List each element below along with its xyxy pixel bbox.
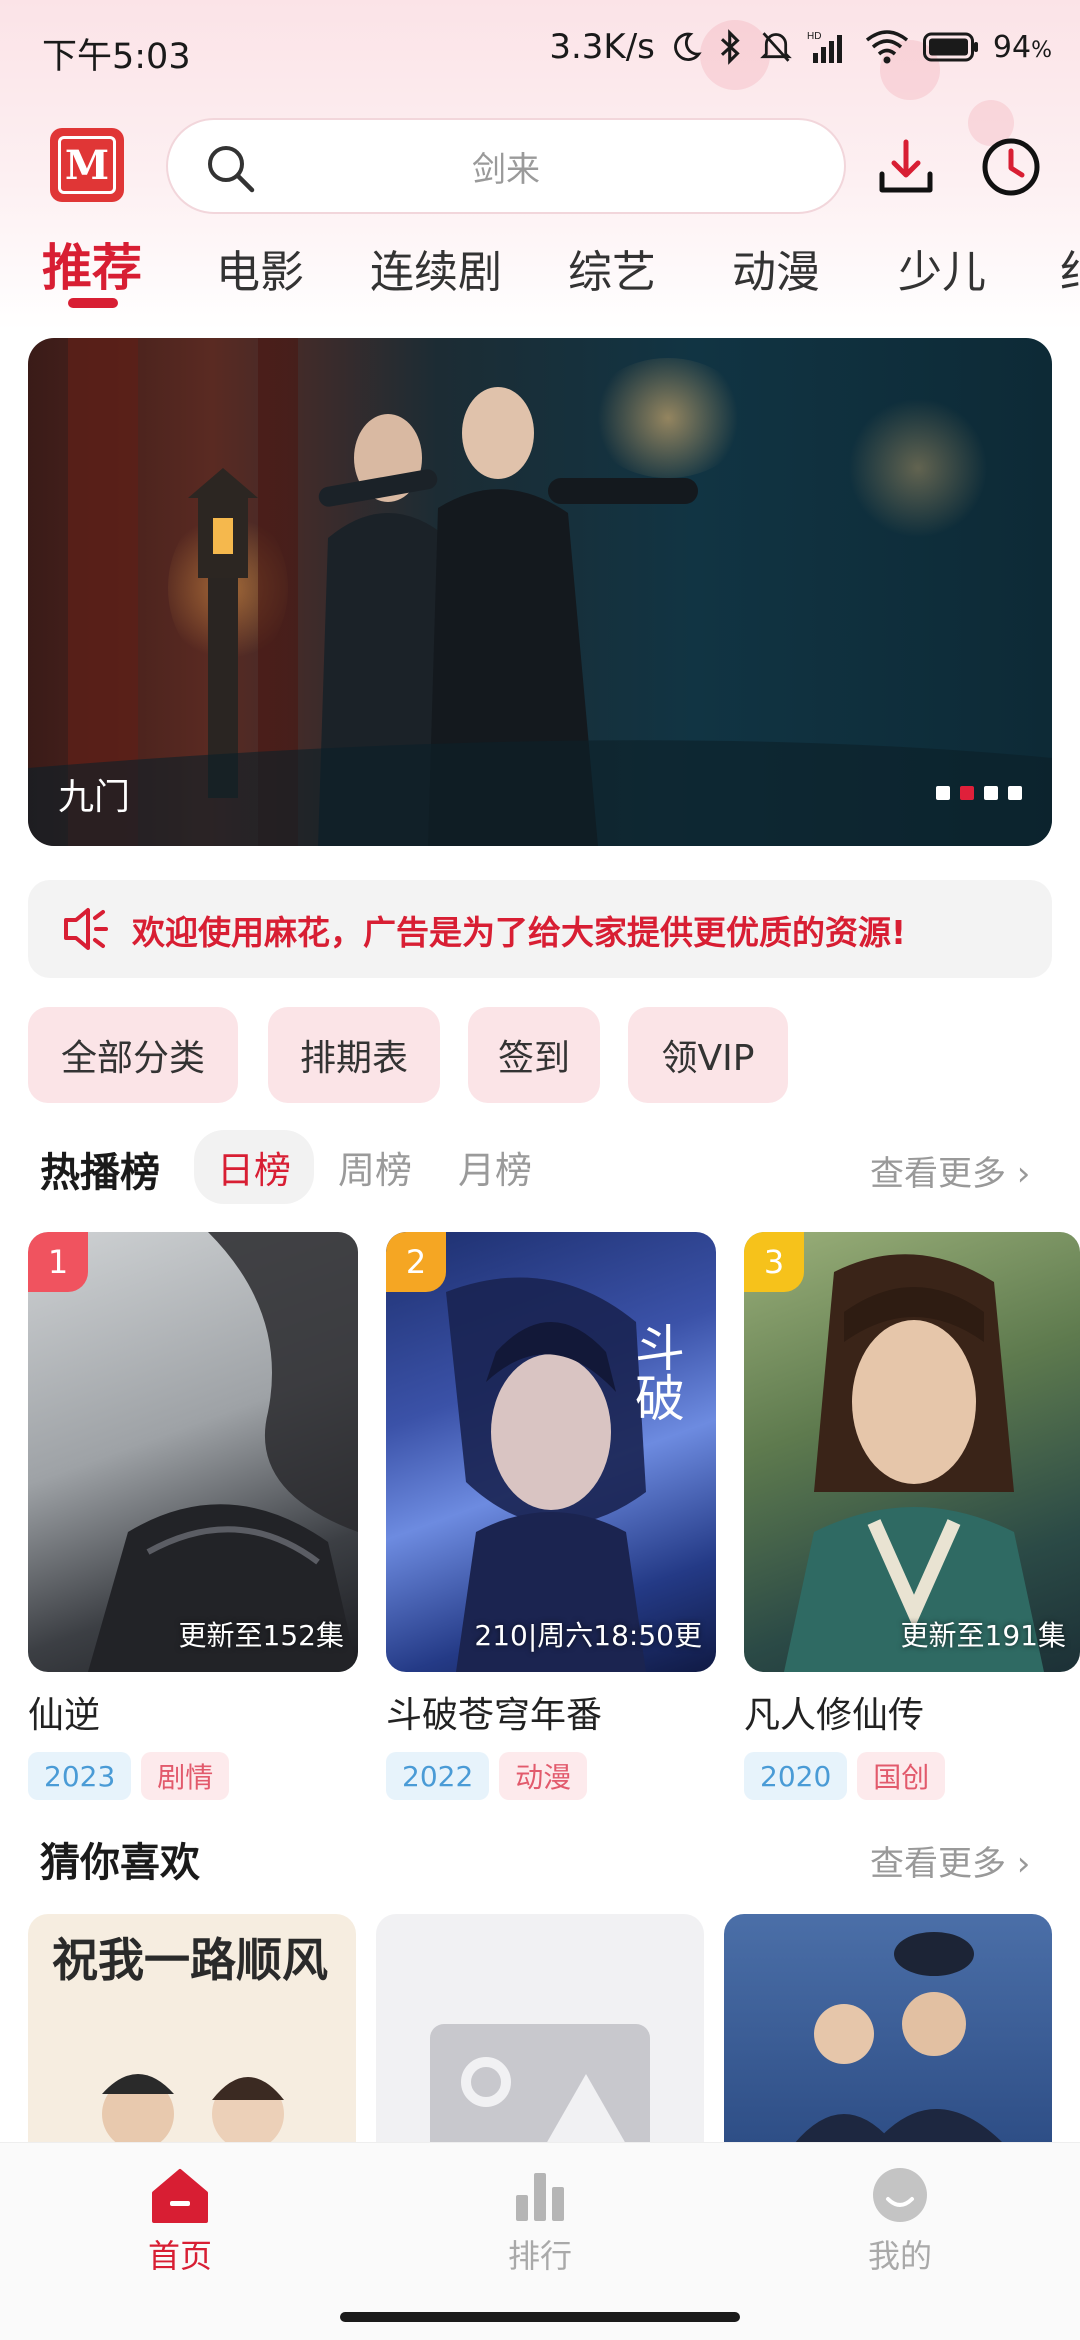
hero-banner[interactable]: 九门 — [28, 338, 1052, 846]
clock-icon — [982, 138, 1040, 196]
card-title: 斗破苍穹年番 — [386, 1695, 603, 1736]
poster-image: 1 更新至152集 — [28, 1232, 358, 1672]
nav-home[interactable]: 首页 — [80, 2165, 280, 2277]
svg-text:斗破: 斗破 — [627, 1322, 685, 1422]
speaker-icon — [62, 906, 110, 956]
rank-badge: 2 — [386, 1232, 446, 1292]
notice-bar: 欢迎使用麻花，广告是为了给大家提供更优质的资源! — [28, 880, 1052, 978]
card-tags: 2020 国创 — [744, 1752, 1080, 1800]
network-speed: 3.3K/s — [549, 27, 655, 67]
moon-icon — [669, 30, 703, 64]
hot-item-card[interactable]: 1 更新至152集 仙逆 2023 剧情 — [28, 1232, 358, 1800]
tab-recommend[interactable]: 推荐 — [42, 228, 142, 300]
banner-title: 九门 — [58, 777, 131, 818]
search-icon — [204, 142, 256, 198]
status-time: 下午5:03 — [42, 37, 191, 77]
card-title: 仙逆 — [28, 1695, 101, 1736]
genre-tag: 动漫 — [499, 1752, 588, 1800]
pagination-dot-active[interactable] — [960, 786, 974, 800]
bottom-navigation: 首页 排行 我的 — [0, 2142, 1080, 2340]
poster-art — [88, 1232, 358, 1672]
recommend-card-placeholder[interactable] — [376, 1914, 704, 2144]
genre-tag: 国创 — [857, 1752, 946, 1800]
card-tags: 2022 动漫 — [386, 1752, 716, 1800]
hot-section-title: 热播榜 — [40, 1150, 160, 1196]
nav-label: 排行 — [507, 2237, 572, 2275]
hot-see-more[interactable]: 查看更多 › — [870, 1146, 1030, 1195]
tab-daily[interactable]: 日榜 — [194, 1130, 314, 1204]
battery-percent: 94% — [992, 29, 1052, 65]
signal-icon: HD — [807, 29, 851, 65]
banner-figures — [28, 338, 1052, 846]
bluetooth-icon — [717, 29, 745, 65]
guess-section-title: 猜你喜欢 — [40, 1840, 200, 1886]
image-placeholder-icon — [430, 2024, 650, 2144]
checkin-button[interactable]: 签到 — [468, 1007, 600, 1103]
download-button[interactable] — [876, 136, 936, 196]
year-tag: 2023 — [28, 1752, 132, 1800]
pagination-dot[interactable] — [1008, 786, 1022, 800]
history-button[interactable] — [980, 136, 1042, 198]
recommend-card[interactable] — [724, 1914, 1052, 2144]
update-status: 更新至152集 — [178, 1619, 344, 1652]
schedule-button[interactable]: 排期表 — [268, 1007, 440, 1103]
hot-item-card[interactable]: 3 更新至191集 凡人修仙传 2020 国创 — [744, 1232, 1080, 1800]
wifi-icon — [865, 30, 909, 64]
tab-movie[interactable]: 电影 — [216, 236, 304, 300]
poster-art — [784, 1254, 1044, 1672]
tab-kids[interactable]: 少儿 — [898, 236, 986, 300]
card-tags: 2023 剧情 — [28, 1752, 358, 1800]
home-indicator[interactable] — [340, 2312, 740, 2322]
nav-label: 我的 — [867, 2237, 932, 2275]
active-tab-indicator — [68, 298, 118, 308]
search-placeholder: 剑来 — [472, 149, 540, 190]
year-tag: 2020 — [744, 1752, 848, 1800]
logo-mark: M — [58, 136, 116, 194]
poster-art: 斗破 — [446, 1277, 685, 1672]
genre-tag: 剧情 — [141, 1752, 230, 1800]
tab-series[interactable]: 连续剧 — [370, 236, 502, 300]
hot-item-card[interactable]: 斗破 2 210|周六18:50更 斗破苍穹年番 2022 动漫 — [386, 1232, 716, 1800]
mute-bell-icon — [759, 29, 793, 65]
update-status: 更新至191集 — [900, 1619, 1066, 1652]
download-icon — [879, 139, 933, 193]
year-tag: 2022 — [386, 1752, 490, 1800]
pagination-dot[interactable] — [984, 786, 998, 800]
notice-text: 欢迎使用麻花，广告是为了给大家提供更优质的资源! — [132, 913, 907, 952]
tab-anime[interactable]: 动漫 — [732, 236, 820, 300]
tab-weekly[interactable]: 周榜 — [330, 1130, 420, 1204]
tab-monthly[interactable]: 月榜 — [450, 1130, 540, 1204]
search-bar[interactable]: 剑来 — [166, 118, 846, 214]
banner-pagination — [936, 786, 1022, 800]
app-header: M 剑来 — [0, 118, 1080, 218]
battery-icon — [922, 32, 979, 62]
pagination-dot[interactable] — [936, 786, 950, 800]
category-tabs: 推荐 电影 连续剧 综艺 动漫 少儿 纪 — [0, 226, 1080, 310]
poster-art — [102, 2074, 284, 2144]
tab-variety[interactable]: 综艺 — [568, 236, 656, 300]
poster-art — [794, 1932, 1004, 2144]
recommend-card[interactable]: 祝我一路顺风 — [28, 1914, 356, 2144]
logo-letter: M — [64, 141, 110, 189]
update-status: 210|周六18:50更 — [474, 1619, 702, 1652]
nav-profile[interactable]: 我的 — [800, 2165, 1000, 2277]
guess-see-more[interactable]: 查看更多 › — [870, 1836, 1030, 1885]
home-icon — [152, 2169, 208, 2223]
rank-badge: 3 — [744, 1232, 804, 1292]
poster-image: 斗破 2 210|周六18:50更 — [386, 1232, 716, 1672]
get-vip-button[interactable]: 领VIP — [628, 1007, 788, 1103]
status-bar: 下午5:03 3.3K/s HD 94% — [0, 0, 1080, 96]
nav-ranking[interactable]: 排行 — [440, 2165, 640, 2277]
nav-label: 首页 — [147, 2237, 212, 2275]
app-logo[interactable]: M — [50, 128, 124, 202]
tab-more-clipped[interactable]: 纪 — [1060, 236, 1080, 300]
bar-chart-icon — [516, 2173, 564, 2221]
rank-badge: 1 — [28, 1232, 88, 1292]
smile-face-icon — [873, 2168, 927, 2222]
poster-image: 3 更新至191集 — [744, 1232, 1080, 1672]
card-title: 凡人修仙传 — [744, 1695, 925, 1736]
all-categories-button[interactable]: 全部分类 — [28, 1007, 238, 1103]
status-icons: 3.3K/s HD 94% — [549, 22, 1052, 72]
svg-text:HD: HD — [807, 31, 821, 42]
